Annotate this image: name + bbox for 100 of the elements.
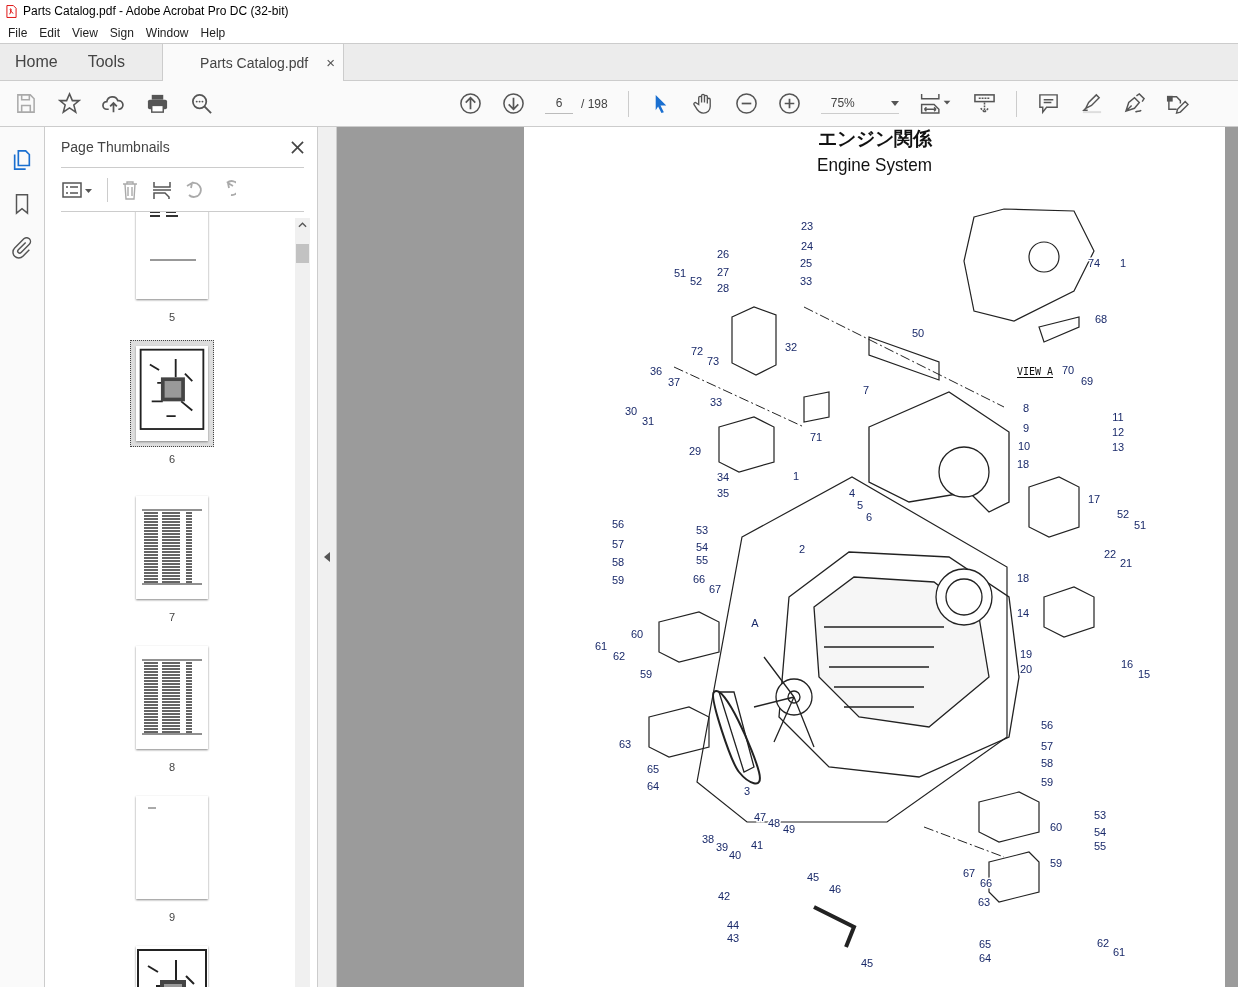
zoom-in-icon[interactable]	[777, 92, 801, 115]
part-number-label: 26	[716, 248, 730, 260]
part-number-label: 28	[716, 282, 730, 294]
part-number-label: 58	[611, 556, 625, 568]
part-number-label: 16	[1120, 658, 1134, 670]
part-number-label: 22	[1103, 548, 1117, 560]
part-number-label: 40	[728, 849, 742, 861]
part-number-label: 53	[1093, 809, 1107, 821]
page-thumbnail[interactable]	[130, 340, 214, 447]
part-number-label: 50	[911, 327, 925, 339]
page-total: / 198	[581, 96, 608, 111]
menu-item[interactable]: Help	[195, 25, 233, 40]
part-number-label: 44	[726, 919, 740, 931]
zoom-dropdown[interactable]: 75%	[820, 93, 899, 114]
scrollbar-track[interactable]	[295, 218, 310, 987]
part-number-label: 17	[1087, 493, 1101, 505]
tab[interactable]: Tools	[72, 44, 141, 80]
part-number-label: 45	[806, 871, 820, 883]
part-number-label: 7	[862, 384, 870, 396]
part-number-label: 42	[717, 890, 731, 902]
scroll-mode-icon[interactable]	[972, 92, 996, 115]
part-number-label: 5	[856, 499, 864, 511]
part-number-label: 52	[689, 275, 703, 287]
part-number-label: 33	[799, 275, 813, 287]
part-number-label: 20	[1019, 663, 1033, 675]
part-number-label: 69	[1080, 375, 1094, 387]
part-number-label: 32	[784, 341, 798, 353]
page-title: エンジン関係	[816, 127, 933, 149]
scrollbar-thumb[interactable]	[296, 244, 309, 263]
collapse-panel-icon[interactable]	[324, 552, 330, 562]
page-number-field[interactable]: 6	[545, 93, 573, 114]
part-number-label: 18	[1016, 458, 1030, 470]
part-number-label: 64	[646, 780, 660, 792]
page-up-icon[interactable]	[459, 92, 482, 115]
part-number-label: 1	[792, 470, 800, 482]
part-number-label: 11	[1112, 411, 1124, 423]
comment-icon[interactable]	[1036, 92, 1060, 115]
tab[interactable]: Home	[0, 44, 73, 80]
page-down-icon[interactable]	[502, 92, 525, 115]
insert-pages-icon[interactable]	[152, 179, 172, 200]
options-menu-icon[interactable]	[61, 179, 95, 200]
page-subtitle: Engine System	[816, 154, 933, 176]
panel-title: Page Thumbnails	[61, 139, 170, 155]
close-tab-button[interactable]: ×	[326, 54, 335, 71]
part-number-label: 19	[1019, 648, 1033, 660]
part-number-label: 53	[695, 524, 709, 536]
print-icon[interactable]	[146, 92, 169, 115]
page-number-label: 7	[168, 611, 176, 623]
pdf-file-icon	[6, 4, 17, 18]
caret-icon	[890, 100, 899, 106]
part-number-label: 9	[1022, 422, 1030, 434]
menu-item[interactable]: Sign	[104, 25, 141, 40]
part-number-label: 3	[743, 785, 751, 797]
part-number-label: 52	[1116, 508, 1130, 520]
search-icon[interactable]	[190, 92, 213, 115]
part-number-label: 65	[646, 763, 660, 775]
menu-item[interactable]: Window	[140, 25, 196, 40]
part-number-label: 15	[1137, 668, 1151, 680]
pen-nib-icon[interactable]	[1122, 92, 1146, 115]
part-number-label: 70	[1061, 364, 1075, 376]
part-number-label: 6	[865, 511, 873, 523]
part-number-label: 72	[690, 345, 704, 357]
part-number-label: 49	[782, 823, 796, 835]
pages-icon[interactable]	[11, 149, 33, 171]
view-label: VIEW A	[1017, 366, 1054, 378]
part-number-label: 25	[799, 257, 813, 269]
part-number-label: 41	[750, 839, 764, 851]
page-number-label: 6	[168, 453, 176, 465]
part-number-label: 67	[708, 583, 722, 595]
part-number-label: 54	[695, 541, 709, 553]
tab[interactable]: Parts Catalog.pdf ×	[162, 44, 344, 81]
part-number-label: 55	[695, 554, 709, 566]
part-number-label: 4	[848, 487, 856, 499]
tab-label: Parts Catalog.pdf	[200, 54, 309, 71]
part-number-label: 12	[1111, 426, 1125, 438]
star-icon[interactable]	[58, 92, 81, 115]
part-number-label: 33	[709, 396, 723, 408]
part-number-label: 62	[1096, 937, 1110, 949]
part-number-label: 59	[1040, 776, 1054, 788]
fit-page-icon[interactable]	[918, 92, 953, 115]
part-number-label: 18	[1016, 572, 1030, 584]
part-number-label: 55	[1093, 840, 1107, 852]
part-number-label: 51	[673, 267, 687, 279]
part-number-label: 47	[753, 811, 767, 823]
part-number-label: 73	[706, 355, 720, 367]
window-title: Parts Catalog.pdf - Adobe Acrobat Pro DC (32-bit)	[23, 4, 289, 18]
paperclip-icon[interactable]	[11, 237, 33, 259]
tab-label: Home	[15, 53, 58, 71]
part-number-label: 43	[726, 932, 740, 944]
menu-item[interactable]: View	[67, 25, 105, 40]
zoom-out-icon[interactable]	[734, 92, 758, 115]
part-number-label: 61	[1112, 946, 1126, 958]
part-number-label: 63	[618, 738, 632, 750]
menu-item[interactable]: File	[3, 25, 35, 40]
menu-item[interactable]: Edit	[34, 25, 68, 40]
page-number-label: 9	[168, 911, 176, 923]
close-icon[interactable]	[291, 140, 304, 154]
part-number-label: 10	[1017, 440, 1031, 452]
part-number-label: 54	[1093, 826, 1107, 838]
tab-label: Tools	[87, 53, 126, 71]
